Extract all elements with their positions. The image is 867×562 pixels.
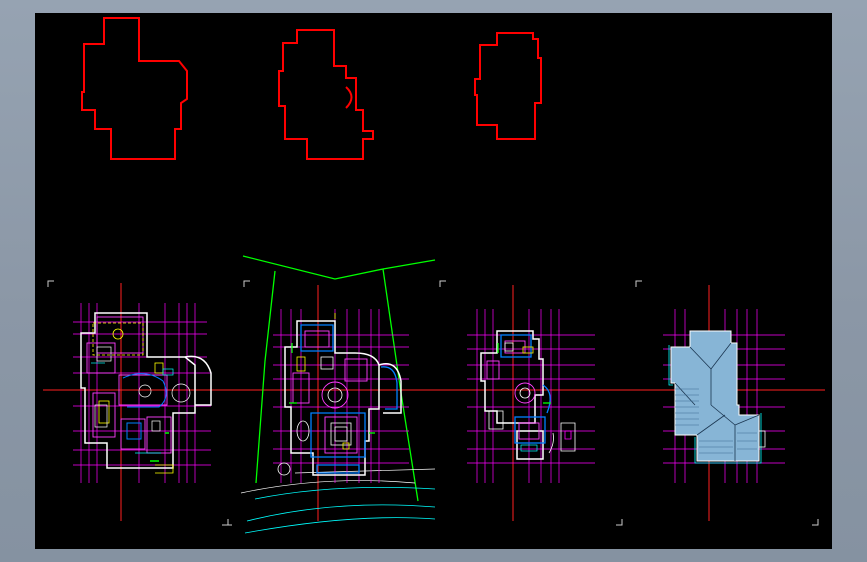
second-floor-plan xyxy=(467,309,595,483)
site-curves xyxy=(244,486,436,534)
furniture xyxy=(92,322,174,474)
exterior-walls xyxy=(480,330,544,460)
site-boundary xyxy=(242,255,436,502)
site-boundary-left xyxy=(255,270,276,484)
roof-surfaces xyxy=(670,330,760,462)
roof-plan xyxy=(663,309,785,483)
corner-mark xyxy=(243,280,250,287)
corner-mark xyxy=(616,519,623,526)
footprint-outline-2-bay xyxy=(345,86,353,109)
accent-marks xyxy=(150,432,169,462)
interior-walls xyxy=(292,330,368,454)
interior-walls xyxy=(86,316,172,454)
cad-drawing-canvas[interactable] xyxy=(35,13,832,549)
first-floor-plan-with-site xyxy=(240,255,436,534)
corner-mark xyxy=(222,519,229,526)
corner-mark xyxy=(47,280,54,287)
cad-drawing-svg xyxy=(43,17,825,534)
footprint-outline-3 xyxy=(474,32,542,140)
ground-floor-plan xyxy=(73,303,212,483)
footprint-outlines xyxy=(81,17,542,160)
footprint-outline-2 xyxy=(278,29,374,160)
furniture xyxy=(488,342,576,454)
corner-mark xyxy=(635,280,642,287)
footprint-outline-1 xyxy=(81,17,188,160)
corner-mark xyxy=(439,280,446,287)
exterior-walls xyxy=(284,320,402,476)
site-boundary-top xyxy=(242,255,436,280)
annotations xyxy=(289,343,375,434)
corner-mark xyxy=(812,519,819,526)
roof-main xyxy=(670,330,760,462)
